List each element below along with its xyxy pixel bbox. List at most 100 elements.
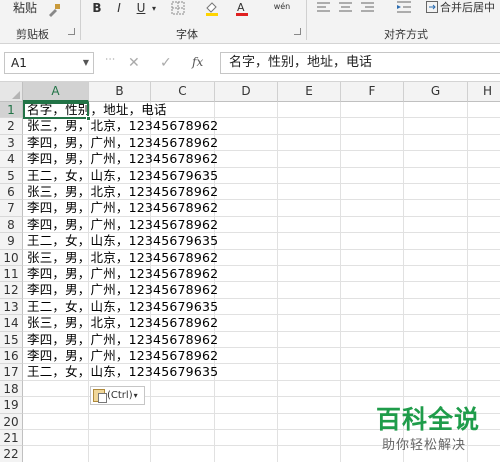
cell-a7[interactable]: 李四，男，广州，12345678962 xyxy=(27,200,218,216)
format-painter-icon[interactable] xyxy=(46,2,62,18)
phonetic-button[interactable]: wén xyxy=(270,0,294,12)
row-header-5[interactable]: 5 xyxy=(0,167,23,184)
row-header-2[interactable]: 2 xyxy=(0,118,23,135)
column-header-d[interactable]: D xyxy=(215,82,278,102)
insert-function-icon[interactable]: fx xyxy=(192,55,203,69)
row-header-11[interactable]: 11 xyxy=(0,266,23,283)
fill-color-icon[interactable] xyxy=(204,0,220,16)
cancel-icon[interactable]: ✕ xyxy=(128,55,140,71)
align-left-icon[interactable] xyxy=(316,1,330,13)
clipboard-icon xyxy=(93,389,107,403)
enter-icon[interactable]: ✓ xyxy=(160,55,172,71)
clipboard-group-label: 剪贴板 xyxy=(16,28,49,41)
formula-content: 名字，性别，地址，电话 xyxy=(229,55,373,70)
italic-label: I xyxy=(117,1,121,15)
paste-options-button[interactable]: (Ctrl) ▾ xyxy=(90,386,145,405)
column-header-a[interactable]: A xyxy=(23,82,89,102)
row-header-4[interactable]: 4 xyxy=(0,151,23,168)
cell-a12[interactable]: 李四，男，广州，12345678962 xyxy=(27,282,218,298)
ribbon: 粘贴 剪贴板 B I U ▾ A wén 字体 合并后居中 对齐方式 xyxy=(0,0,500,44)
row-header-8[interactable]: 8 xyxy=(0,216,23,234)
cell-a14[interactable]: 张三，男，北京，12345678962 xyxy=(27,315,218,331)
font-dialog-launcher-icon[interactable] xyxy=(294,28,301,35)
row-header-21[interactable]: 21 xyxy=(0,430,23,447)
underline-button[interactable]: U xyxy=(134,1,148,15)
align-right-icon[interactable] xyxy=(360,1,374,13)
row-header-9[interactable]: 9 xyxy=(0,233,23,250)
row-header-22[interactable]: 22 xyxy=(0,446,23,462)
cell-a17[interactable]: 王二，女，山东，12345679635 xyxy=(27,364,218,380)
cell-a10[interactable]: 张三，男，北京，12345678962 xyxy=(27,250,218,266)
row-header-3[interactable]: 3 xyxy=(0,134,23,152)
cell-a11[interactable]: 李四，男，广州，12345678962 xyxy=(27,266,218,282)
row-header-10[interactable]: 10 xyxy=(0,249,23,266)
paste-button[interactable]: 粘贴 xyxy=(8,0,42,15)
font-group-label: 字体 xyxy=(176,28,198,41)
watermark: 百科全说 助你轻松解决 xyxy=(370,400,495,458)
ribbon-divider xyxy=(306,0,307,40)
svg-text:A: A xyxy=(237,1,245,14)
watermark-title: 百科全说 xyxy=(376,405,481,434)
row-header-12[interactable]: 12 xyxy=(0,282,23,299)
row-header-14[interactable]: 14 xyxy=(0,315,23,332)
column-header-c[interactable]: C xyxy=(151,82,215,102)
clipboard-dialog-launcher-icon[interactable] xyxy=(68,28,75,35)
chevron-down-icon[interactable]: ▼ xyxy=(83,53,89,73)
name-box[interactable]: A1 ▼ xyxy=(4,52,94,74)
cell-a3[interactable]: 李四，男，广州，12345678962 xyxy=(27,135,218,151)
row-header-17[interactable]: 17 xyxy=(0,364,23,381)
bold-button[interactable]: B xyxy=(90,1,104,15)
row-header-15[interactable]: 15 xyxy=(0,331,23,348)
cell-a15[interactable]: 李四，男，广州，12345678962 xyxy=(27,332,218,348)
cell-a5[interactable]: 王二，女，山东，12345679635 xyxy=(27,168,218,184)
merge-cells-icon xyxy=(426,1,438,13)
row-header-19[interactable]: 19 xyxy=(0,397,23,414)
cell-a4[interactable]: 李四，男，广州，12345678962 xyxy=(27,151,218,167)
cell-a9[interactable]: 王二，女，山东，12345679635 xyxy=(27,233,218,249)
row-header-13[interactable]: 13 xyxy=(0,298,23,316)
formula-bar: A1 ▼ ⋮ ✕ ✓ fx 名字，性别，地址，电话 xyxy=(0,44,500,82)
indent-icon[interactable] xyxy=(396,0,412,14)
merge-center-button[interactable]: 合并后居中 xyxy=(426,0,500,14)
phonetic-label: wén xyxy=(273,1,291,11)
underline-label: U xyxy=(136,1,146,15)
column-gridline xyxy=(340,102,341,462)
active-cell-selection[interactable] xyxy=(23,102,89,119)
row-header-16[interactable]: 16 xyxy=(0,348,23,365)
row-header-18[interactable]: 18 xyxy=(0,380,23,398)
name-box-value: A1 xyxy=(11,56,27,70)
cell-a13[interactable]: 王二，女，山东，12345679635 xyxy=(27,299,218,315)
bold-label: B xyxy=(92,1,102,15)
merge-center-label: 合并后居中 xyxy=(440,1,495,14)
ribbon-divider xyxy=(80,0,81,40)
paste-options-label: (Ctrl) xyxy=(107,390,133,401)
row-header-7[interactable]: 7 xyxy=(0,200,23,217)
column-header-g[interactable]: G xyxy=(404,82,468,102)
font-color-icon[interactable]: A xyxy=(234,0,250,16)
cell-a6[interactable]: 张三，男，北京，12345678962 xyxy=(27,184,218,200)
fill-handle[interactable] xyxy=(86,116,91,121)
borders-icon[interactable] xyxy=(170,0,186,16)
cell-a8[interactable]: 李四，男，广州，12345678962 xyxy=(27,217,218,233)
alignment-group-label: 对齐方式 xyxy=(384,28,428,41)
align-center-icon[interactable] xyxy=(338,1,352,13)
resize-grip-icon[interactable]: ⋮ xyxy=(104,54,115,63)
column-header-b[interactable]: B xyxy=(89,82,151,102)
column-header-e[interactable]: E xyxy=(278,82,341,102)
underline-dropdown-icon[interactable]: ▾ xyxy=(150,1,158,15)
chevron-down-icon: ▾ xyxy=(133,391,138,400)
row-header-20[interactable]: 20 xyxy=(0,413,23,430)
paste-label: 粘贴 xyxy=(12,0,37,15)
column-header-f[interactable]: F xyxy=(341,82,404,102)
italic-button[interactable]: I xyxy=(112,1,126,15)
formula-input[interactable]: 名字，性别，地址，电话 xyxy=(220,52,500,74)
select-all-button[interactable] xyxy=(0,82,23,102)
row-header-1[interactable]: 1 xyxy=(0,102,23,119)
column-gridline xyxy=(277,102,278,462)
cell-a2[interactable]: 张三，男，北京，12345678962 xyxy=(27,118,218,134)
select-all-icon xyxy=(12,91,20,99)
row-header-6[interactable]: 6 xyxy=(0,184,23,201)
cell-a16[interactable]: 李四，男，广州，12345678962 xyxy=(27,348,218,364)
watermark-subtitle: 助你轻松解决 xyxy=(382,438,467,453)
column-header-h[interactable]: H xyxy=(468,82,500,102)
